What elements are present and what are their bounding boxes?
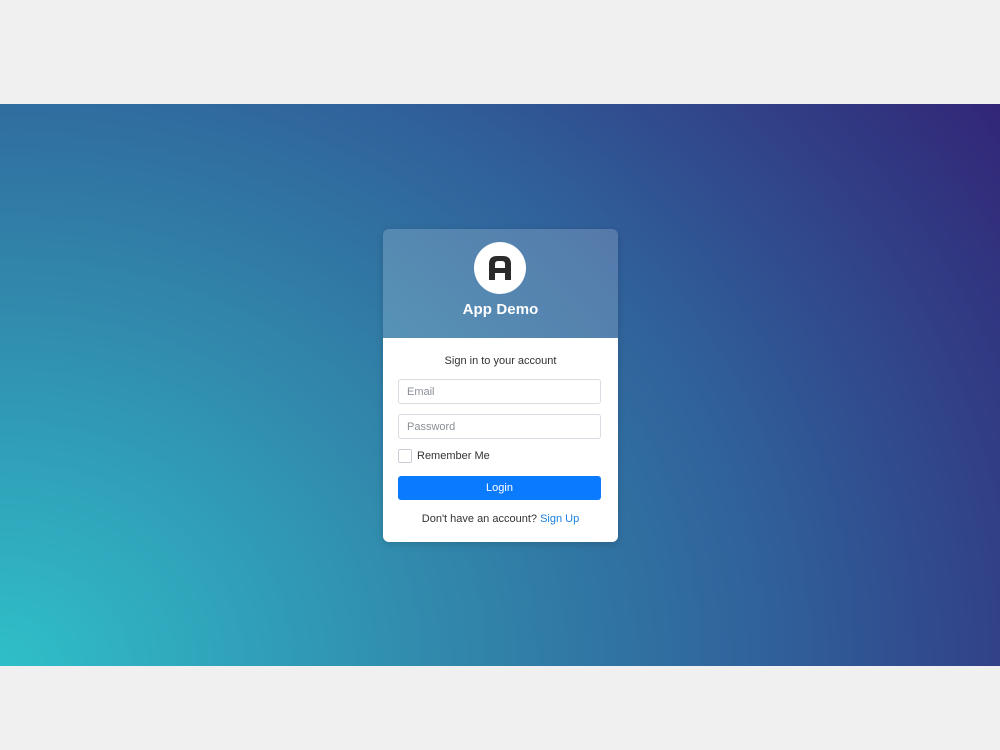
letter-a-logo-icon <box>489 256 511 280</box>
remember-me-row[interactable]: Remember Me <box>398 449 490 463</box>
email-input[interactable] <box>398 379 601 404</box>
login-button[interactable]: Login <box>398 476 601 500</box>
card-body: Sign in to your account Remember Me Logi… <box>383 338 618 542</box>
remember-me-checkbox[interactable] <box>398 449 412 463</box>
sign-in-subtitle: Sign in to your account <box>444 355 557 367</box>
password-input[interactable] <box>398 414 601 439</box>
signup-link[interactable]: Sign Up <box>540 513 579 525</box>
app-logo <box>474 242 526 294</box>
login-card: App Demo Sign in to your account Remembe… <box>383 229 618 542</box>
card-header: App Demo <box>383 229 618 338</box>
app-title: App Demo <box>462 301 539 318</box>
background-stage: App Demo Sign in to your account Remembe… <box>0 104 1000 666</box>
remember-me-label: Remember Me <box>417 450 490 462</box>
signup-prompt: Don't have an account? <box>421 513 538 525</box>
signup-row: Don't have an account? Sign Up <box>383 513 618 525</box>
